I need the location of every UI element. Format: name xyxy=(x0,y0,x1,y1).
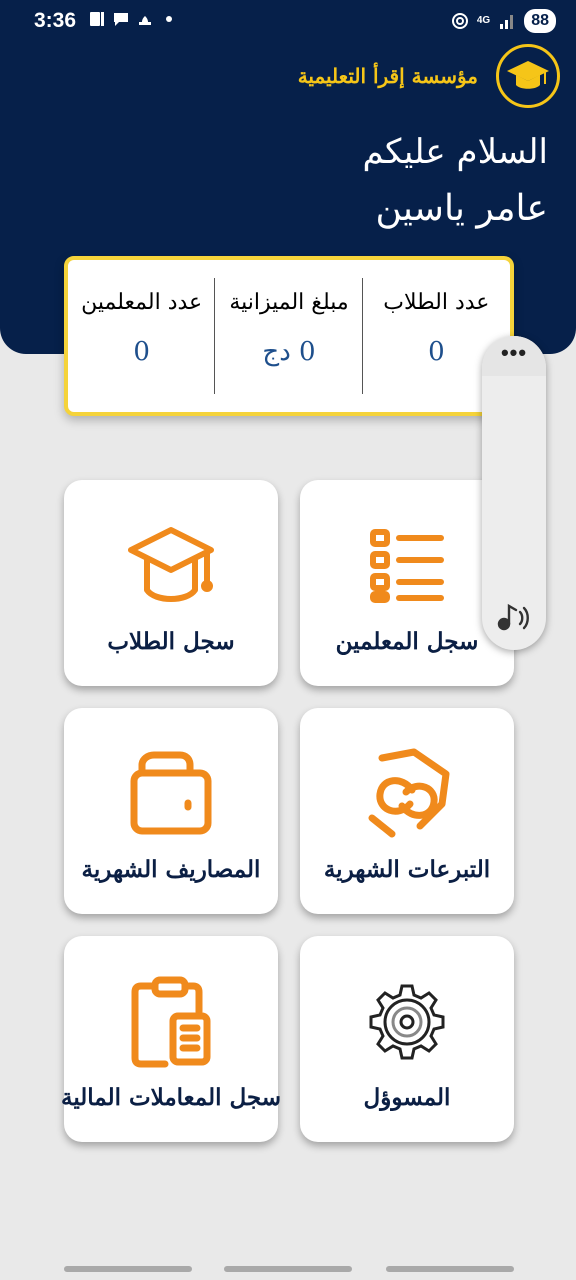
gear-icon xyxy=(357,972,457,1072)
donation-icon xyxy=(357,744,457,844)
tile-label: المصاريف الشهرية xyxy=(81,856,261,883)
tile-label: سجل المعاملات المالية xyxy=(60,1084,282,1111)
stat-label: عدد الطلاب xyxy=(383,290,490,315)
org-row: مؤسسة إقرأ التعليمية xyxy=(298,44,560,108)
graduation-cap-logo-icon xyxy=(496,44,560,108)
tile-monthly-expenses[interactable]: المصاريف الشهرية xyxy=(64,708,278,914)
stat-label: مبلغ الميزانية xyxy=(229,290,349,315)
stat-label: عدد المعلمين xyxy=(81,290,203,315)
nav-pill[interactable] xyxy=(64,1266,192,1272)
system-nav-bar xyxy=(0,1262,576,1272)
wallet-icon xyxy=(121,744,221,844)
nav-pill[interactable] xyxy=(224,1266,352,1272)
stat-teachers: عدد المعلمين 0 xyxy=(68,260,216,412)
stats-card: عدد الطلاب 0 مبلغ الميزانية 0 دج عدد الم… xyxy=(64,256,514,416)
clipboard-icon xyxy=(121,972,221,1072)
greeting-text: السلام عليكم xyxy=(362,132,549,172)
sim-icon xyxy=(90,12,104,26)
chat-icon xyxy=(114,13,128,26)
network-label: 4G xyxy=(476,15,491,26)
status-bar: 3:36 4G 88 xyxy=(0,0,576,44)
tile-students-record[interactable]: سجل الطلاب xyxy=(64,480,278,686)
tile-label: سجل الطلاب xyxy=(107,628,235,655)
status-right: 4G 88 xyxy=(451,9,556,33)
ramadan-icon xyxy=(139,16,151,25)
status-time: 3:36 xyxy=(34,9,77,32)
tile-monthly-donations[interactable]: التبرعات الشهرية xyxy=(300,708,514,914)
nav-pill[interactable] xyxy=(386,1266,514,1272)
list-icon xyxy=(357,516,457,616)
notification-icons xyxy=(88,10,178,28)
tile-label: المسوؤل xyxy=(363,1084,451,1111)
tile-administrator[interactable]: المسوؤل xyxy=(300,936,514,1142)
more-dots-icon[interactable]: ••• xyxy=(501,340,527,366)
tile-label: التبرعات الشهرية xyxy=(323,856,491,883)
stat-value: 0 دج xyxy=(262,337,316,367)
org-name: مؤسسة إقرأ التعليمية xyxy=(297,64,478,88)
graduation-cap-icon xyxy=(121,516,221,616)
hotspot-icon xyxy=(451,13,468,29)
sound-icon[interactable] xyxy=(496,602,532,636)
tile-label: سجل المعلمين xyxy=(335,628,479,655)
user-name: عامر ياسين xyxy=(375,188,548,229)
stat-budget: مبلغ الميزانية 0 دج xyxy=(215,260,364,412)
stat-value: 0 xyxy=(428,337,445,367)
signal-icon xyxy=(500,15,514,29)
tile-financial-transactions[interactable]: سجل المعاملات المالية xyxy=(60,936,282,1142)
battery-badge: 88 xyxy=(524,9,556,33)
floating-side-panel[interactable]: ••• xyxy=(482,336,546,650)
dot-icon xyxy=(166,16,172,22)
stat-value: 0 xyxy=(133,337,150,367)
